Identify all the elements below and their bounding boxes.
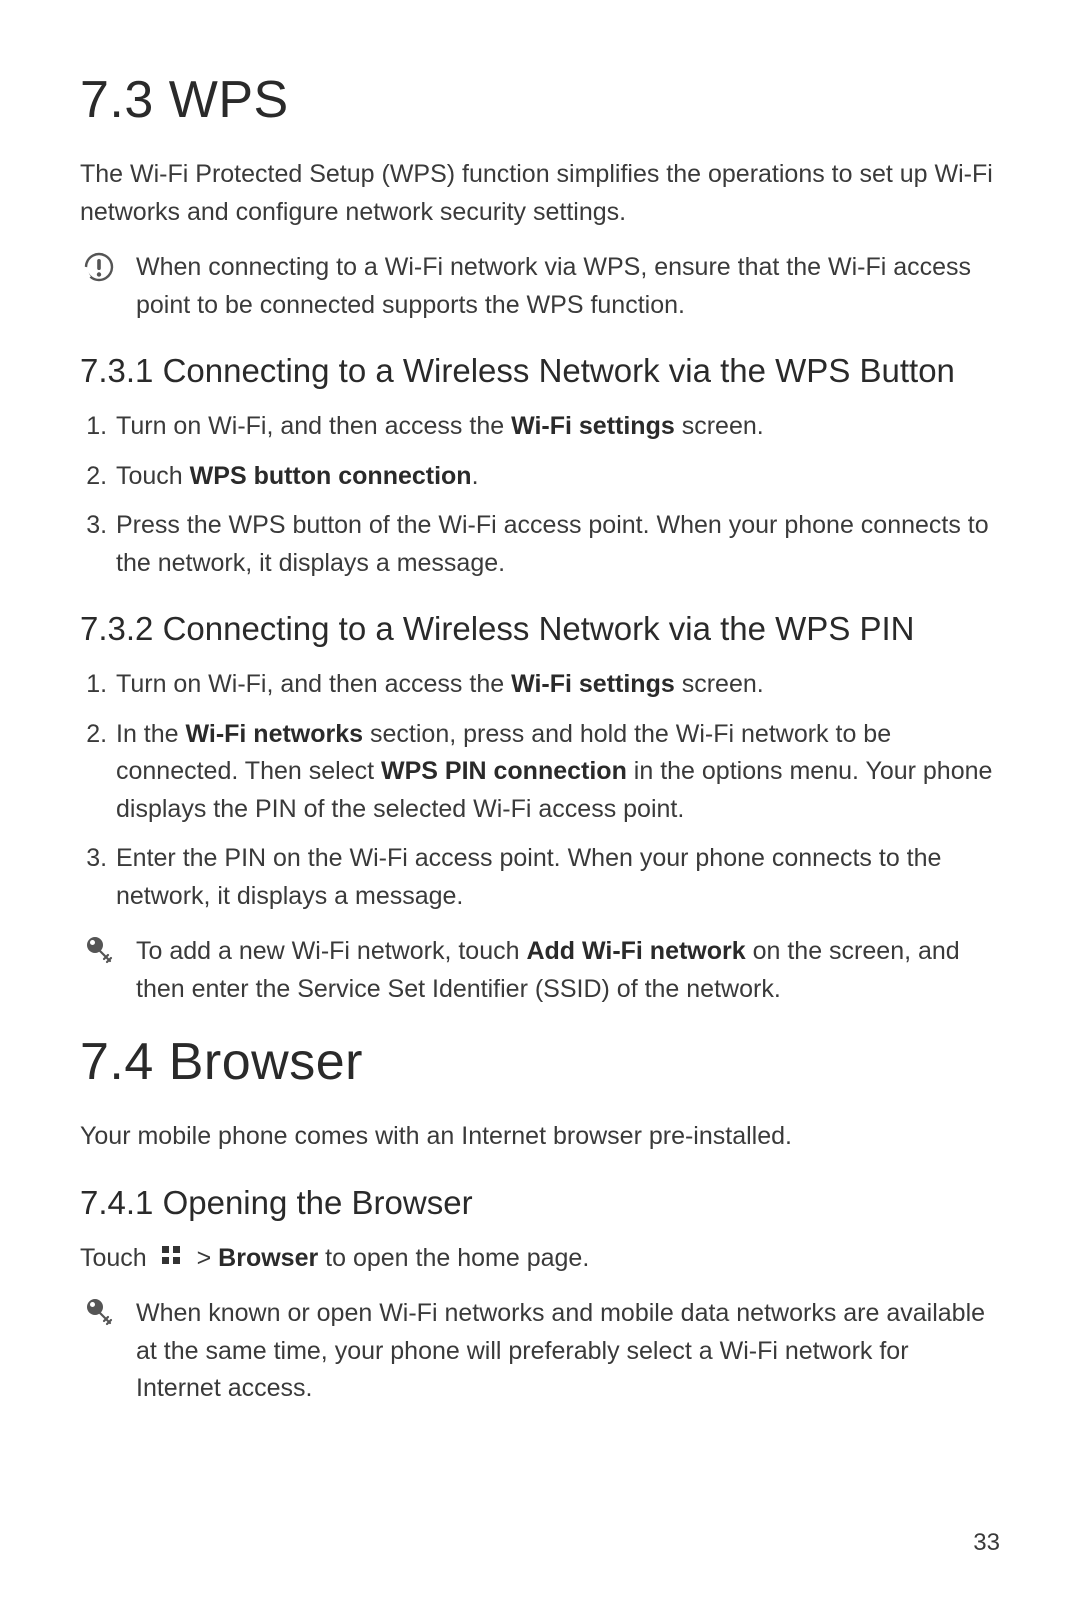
step-item: Press the WPS button of the Wi-Fi access… — [114, 507, 1000, 582]
step-bold: WPS PIN connection — [381, 757, 627, 785]
step-item: Turn on Wi-Fi, and then access the Wi-Fi… — [114, 408, 1000, 446]
step-text: screen. — [675, 412, 764, 440]
tip-bold: Add Wi-Fi network — [526, 937, 745, 965]
touch-sep: > — [197, 1244, 219, 1272]
step-text: Touch — [116, 462, 190, 490]
touch-pre: Touch — [80, 1244, 154, 1272]
step-item: Turn on Wi-Fi, and then access the Wi-Fi… — [114, 666, 1000, 704]
step-item: Touch WPS button connection. — [114, 458, 1000, 496]
app-grid-icon — [160, 1244, 184, 1268]
step-text: Turn on Wi-Fi, and then access the — [116, 412, 511, 440]
touch-post: to open the home page. — [318, 1244, 589, 1272]
step-bold: Wi-Fi settings — [511, 412, 675, 440]
step-item: Enter the PIN on the Wi-Fi access point.… — [114, 840, 1000, 915]
intro-7-3: The Wi-Fi Protected Setup (WPS) function… — [80, 156, 1000, 231]
step-text: Enter the PIN on the Wi-Fi access point.… — [116, 844, 941, 910]
step-text: Turn on Wi-Fi, and then access the — [116, 670, 511, 698]
heading-7-4: 7.4 Browser — [80, 1032, 1000, 1092]
steps-7-3-1: Turn on Wi-Fi, and then access the Wi-Fi… — [80, 408, 1000, 582]
tip-icon — [80, 933, 118, 1008]
note-text: When known or open Wi-Fi networks and mo… — [136, 1295, 1000, 1408]
heading-7-3: 7.3 WPS — [80, 70, 1000, 130]
step-item: In the Wi-Fi networks section, press and… — [114, 716, 1000, 829]
open-browser-instruction: Touch > Browser to open the home page. — [80, 1240, 1000, 1278]
step-text: screen. — [675, 670, 764, 698]
tip-icon — [80, 1295, 118, 1408]
caution-icon — [80, 249, 118, 324]
heading-7-3-1: 7.3.1 Connecting to a Wireless Network v… — [80, 352, 1000, 390]
touch-bold: Browser — [218, 1244, 318, 1272]
step-bold: Wi-Fi settings — [511, 670, 675, 698]
steps-7-3-2: Turn on Wi-Fi, and then access the Wi-Fi… — [80, 666, 1000, 915]
step-bold: WPS button connection — [190, 462, 472, 490]
note-wps-support: When connecting to a Wi-Fi network via W… — [80, 249, 1000, 324]
tip-wifi-preferred: When known or open Wi-Fi networks and mo… — [80, 1295, 1000, 1408]
step-bold: Wi-Fi networks — [186, 720, 364, 748]
page-number: 33 — [973, 1529, 1000, 1557]
tip-pre: To add a new Wi-Fi network, touch — [136, 937, 526, 965]
heading-7-3-2: 7.3.2 Connecting to a Wireless Network v… — [80, 610, 1000, 648]
document-page: 7.3 WPS The Wi-Fi Protected Setup (WPS) … — [0, 0, 1080, 1617]
step-text: In the — [116, 720, 186, 748]
note-text: To add a new Wi-Fi network, touch Add Wi… — [136, 933, 1000, 1008]
step-text: Press the WPS button of the Wi-Fi access… — [116, 511, 989, 577]
heading-7-4-1: 7.4.1 Opening the Browser — [80, 1184, 1000, 1222]
step-text: . — [472, 462, 479, 490]
intro-7-4: Your mobile phone comes with an Internet… — [80, 1118, 1000, 1156]
note-text: When connecting to a Wi-Fi network via W… — [136, 249, 1000, 324]
tip-add-wifi-network: To add a new Wi-Fi network, touch Add Wi… — [80, 933, 1000, 1008]
